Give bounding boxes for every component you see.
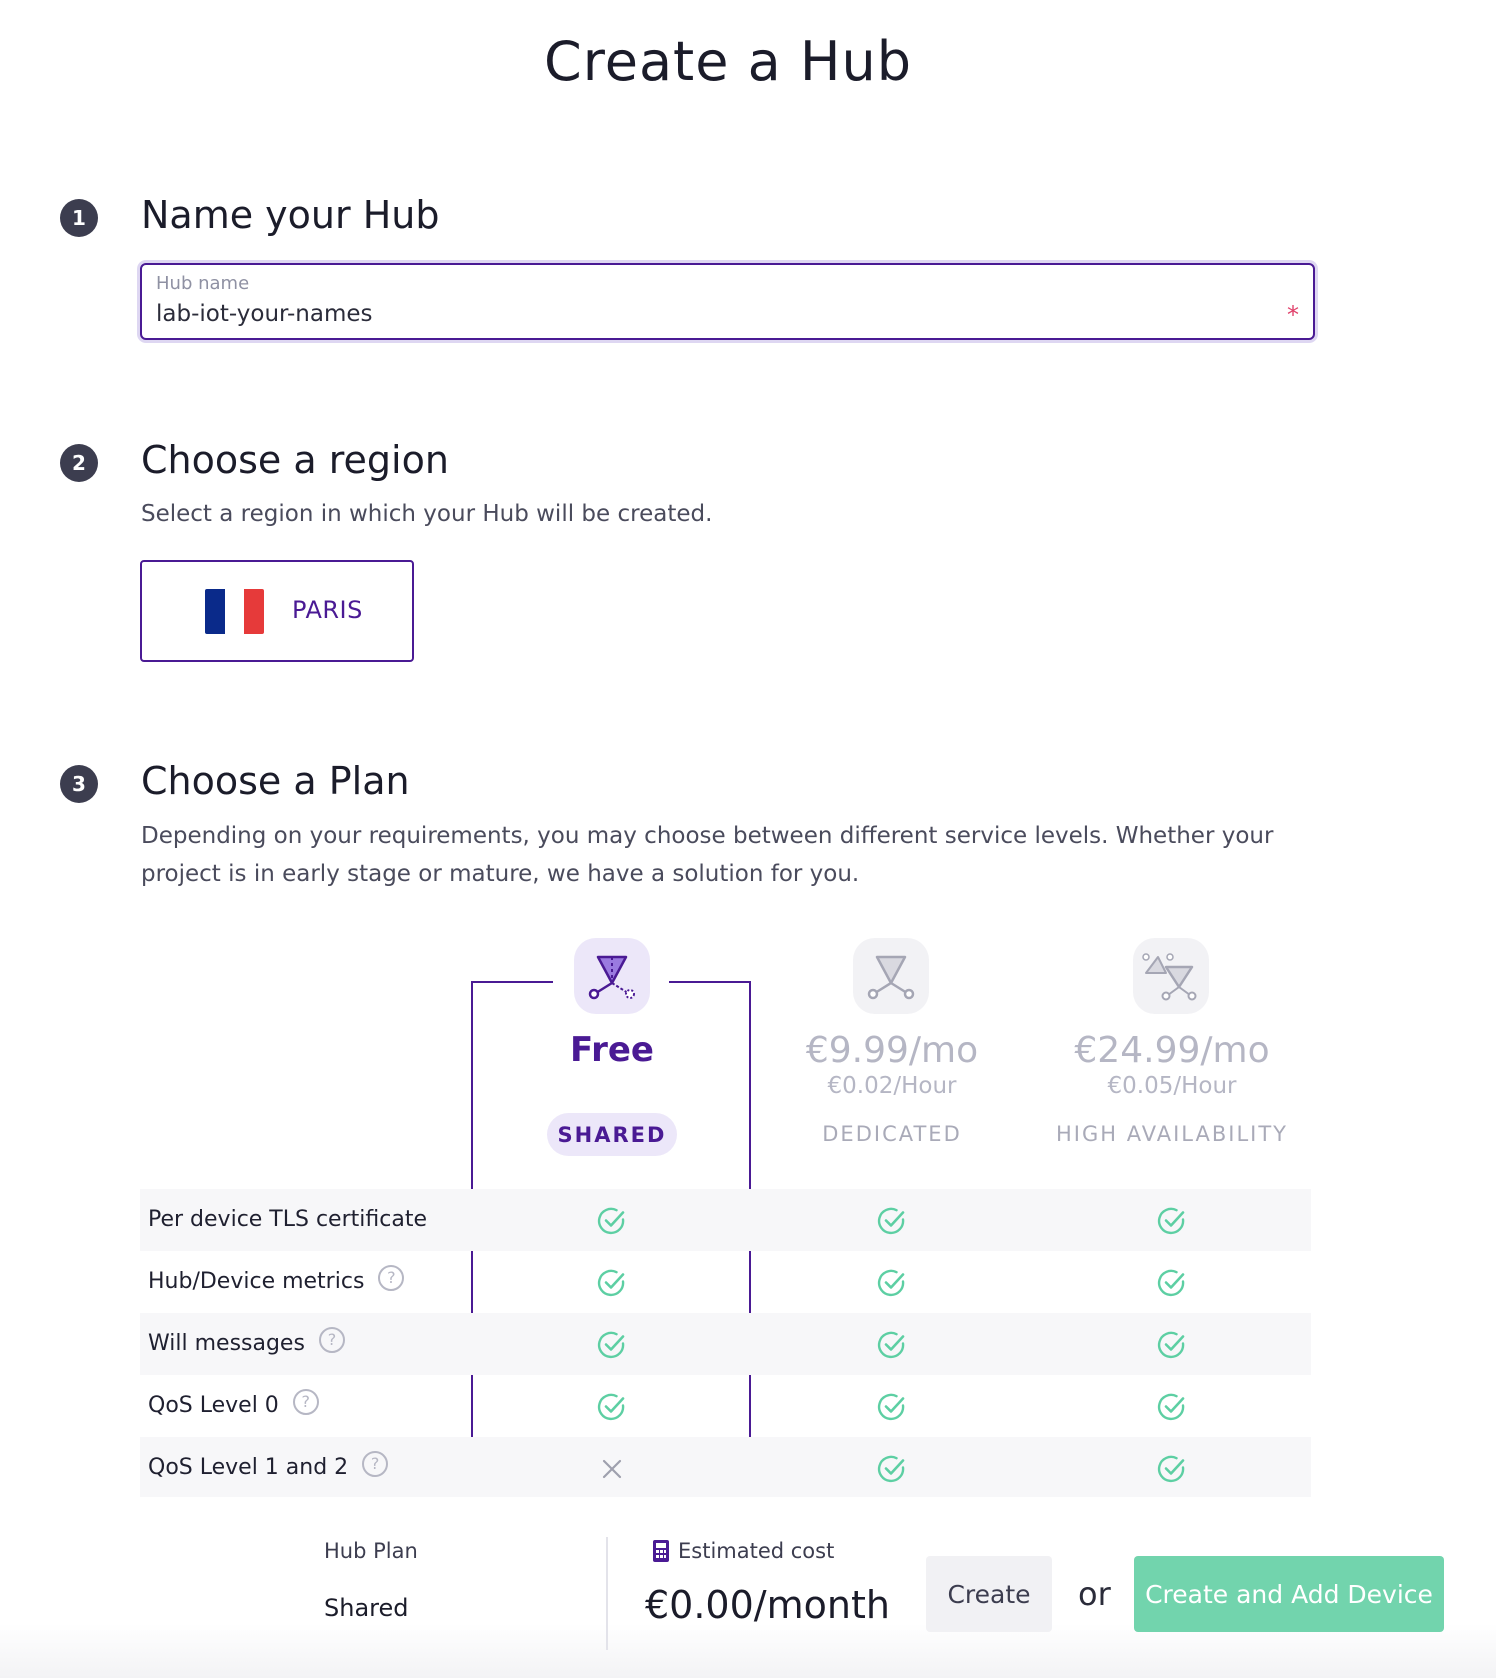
- summary-divider: [606, 1537, 608, 1650]
- step-3-description-line-2: project is in early stage or mature, we …: [141, 861, 860, 887]
- step-3-description-line-1: Depending on your requirements, you may …: [141, 823, 1274, 849]
- check-icon: [597, 1330, 627, 1360]
- page-title: Create a Hub: [544, 30, 912, 93]
- region-card-paris[interactable]: PARIS: [140, 560, 414, 662]
- step-3-number: 3: [60, 765, 98, 803]
- check-icon: [1157, 1206, 1187, 1236]
- feature-row: QoS Level 1 and 2?: [140, 1437, 1311, 1499]
- check-icon: [877, 1268, 907, 1298]
- feature-label: QoS Level 0?: [148, 1388, 319, 1418]
- feature-row: Will messages?: [140, 1313, 1311, 1375]
- feature-label-text: Will messages: [148, 1331, 305, 1356]
- help-icon[interactable]: ?: [318, 1326, 345, 1353]
- plan-free-column[interactable]: Free: [472, 1030, 752, 1070]
- dedicated-plan-icon[interactable]: [853, 938, 929, 1014]
- step-1-title: Name your Hub: [141, 193, 440, 237]
- hub-plan-value: Shared: [324, 1594, 409, 1622]
- check-icon: [1157, 1454, 1187, 1484]
- estimated-cost-header: Estimated cost: [652, 1539, 834, 1563]
- check-icon: [597, 1392, 627, 1422]
- feature-row: Hub/Device metrics?: [140, 1251, 1311, 1313]
- feature-label: Hub/Device metrics?: [148, 1264, 405, 1294]
- plan-ha-column[interactable]: €24.99/mo €0.05/Hour: [1032, 1030, 1312, 1099]
- step-2-number: 2: [60, 444, 98, 482]
- plan-free-price: Free: [570, 1030, 654, 1070]
- feature-label-text: Hub/Device metrics: [148, 1269, 365, 1294]
- step-1-number: 1: [60, 199, 98, 237]
- check-icon: [877, 1392, 907, 1422]
- cross-icon: [597, 1454, 627, 1484]
- create-button[interactable]: Create: [926, 1556, 1052, 1632]
- help-icon[interactable]: ?: [362, 1450, 389, 1477]
- help-icon[interactable]: ?: [378, 1264, 405, 1291]
- hub-plan-label: Hub Plan: [324, 1539, 418, 1563]
- step-2-description: Select a region in which your Hub will b…: [141, 501, 713, 527]
- france-flag-icon: [205, 589, 264, 634]
- feature-row: QoS Level 0?: [140, 1375, 1311, 1437]
- check-icon: [597, 1268, 627, 1298]
- or-separator: or: [1078, 1575, 1111, 1613]
- check-icon: [877, 1206, 907, 1236]
- check-icon: [877, 1330, 907, 1360]
- required-marker: *: [1287, 301, 1299, 329]
- check-icon: [1157, 1268, 1187, 1298]
- feature-label-text: Per device TLS certificate: [148, 1207, 427, 1232]
- check-icon: [877, 1454, 907, 1484]
- help-icon[interactable]: ?: [292, 1388, 319, 1415]
- check-icon: [597, 1206, 627, 1236]
- plan-ha-price: €24.99/mo: [1074, 1030, 1270, 1071]
- feature-row: Per device TLS certificate: [140, 1189, 1311, 1251]
- feature-label: Will messages?: [148, 1326, 345, 1356]
- estimated-cost-label: Estimated cost: [678, 1539, 835, 1563]
- plan-dedicated-hourly: €0.02/Hour: [827, 1073, 957, 1099]
- feature-label: Per device TLS certificate: [148, 1207, 427, 1232]
- hub-name-field[interactable]: Hub name lab-iot-your-names *: [140, 263, 1315, 340]
- region-name: PARIS: [292, 596, 363, 624]
- feature-label-text: QoS Level 1 and 2: [148, 1455, 349, 1480]
- check-icon: [1157, 1392, 1187, 1422]
- plan-dedicated-column[interactable]: €9.99/mo €0.02/Hour: [752, 1030, 1032, 1099]
- high-availability-plan-icon[interactable]: [1133, 938, 1209, 1014]
- check-icon: [1157, 1330, 1187, 1360]
- step-2-title: Choose a region: [141, 438, 449, 482]
- plan-shared-badge: SHARED: [547, 1113, 677, 1156]
- feature-label-text: QoS Level 0: [148, 1393, 279, 1418]
- plan-dedicated-type: DEDICATED: [822, 1122, 962, 1146]
- plan-ha-type: HIGH AVAILABILITY: [1055, 1122, 1289, 1146]
- hub-name-input[interactable]: lab-iot-your-names: [156, 301, 373, 327]
- create-and-add-device-button[interactable]: Create and Add Device: [1134, 1556, 1444, 1632]
- estimated-cost-value: €0.00/month: [645, 1583, 890, 1627]
- plan-ha-hourly: €0.05/Hour: [1107, 1073, 1237, 1099]
- calculator-icon: [653, 1540, 669, 1562]
- feature-label: QoS Level 1 and 2?: [148, 1450, 389, 1480]
- hub-name-label: Hub name: [156, 273, 250, 294]
- shared-plan-icon[interactable]: [574, 938, 650, 1014]
- plan-dedicated-price: €9.99/mo: [805, 1030, 979, 1071]
- step-3-title: Choose a Plan: [141, 759, 410, 803]
